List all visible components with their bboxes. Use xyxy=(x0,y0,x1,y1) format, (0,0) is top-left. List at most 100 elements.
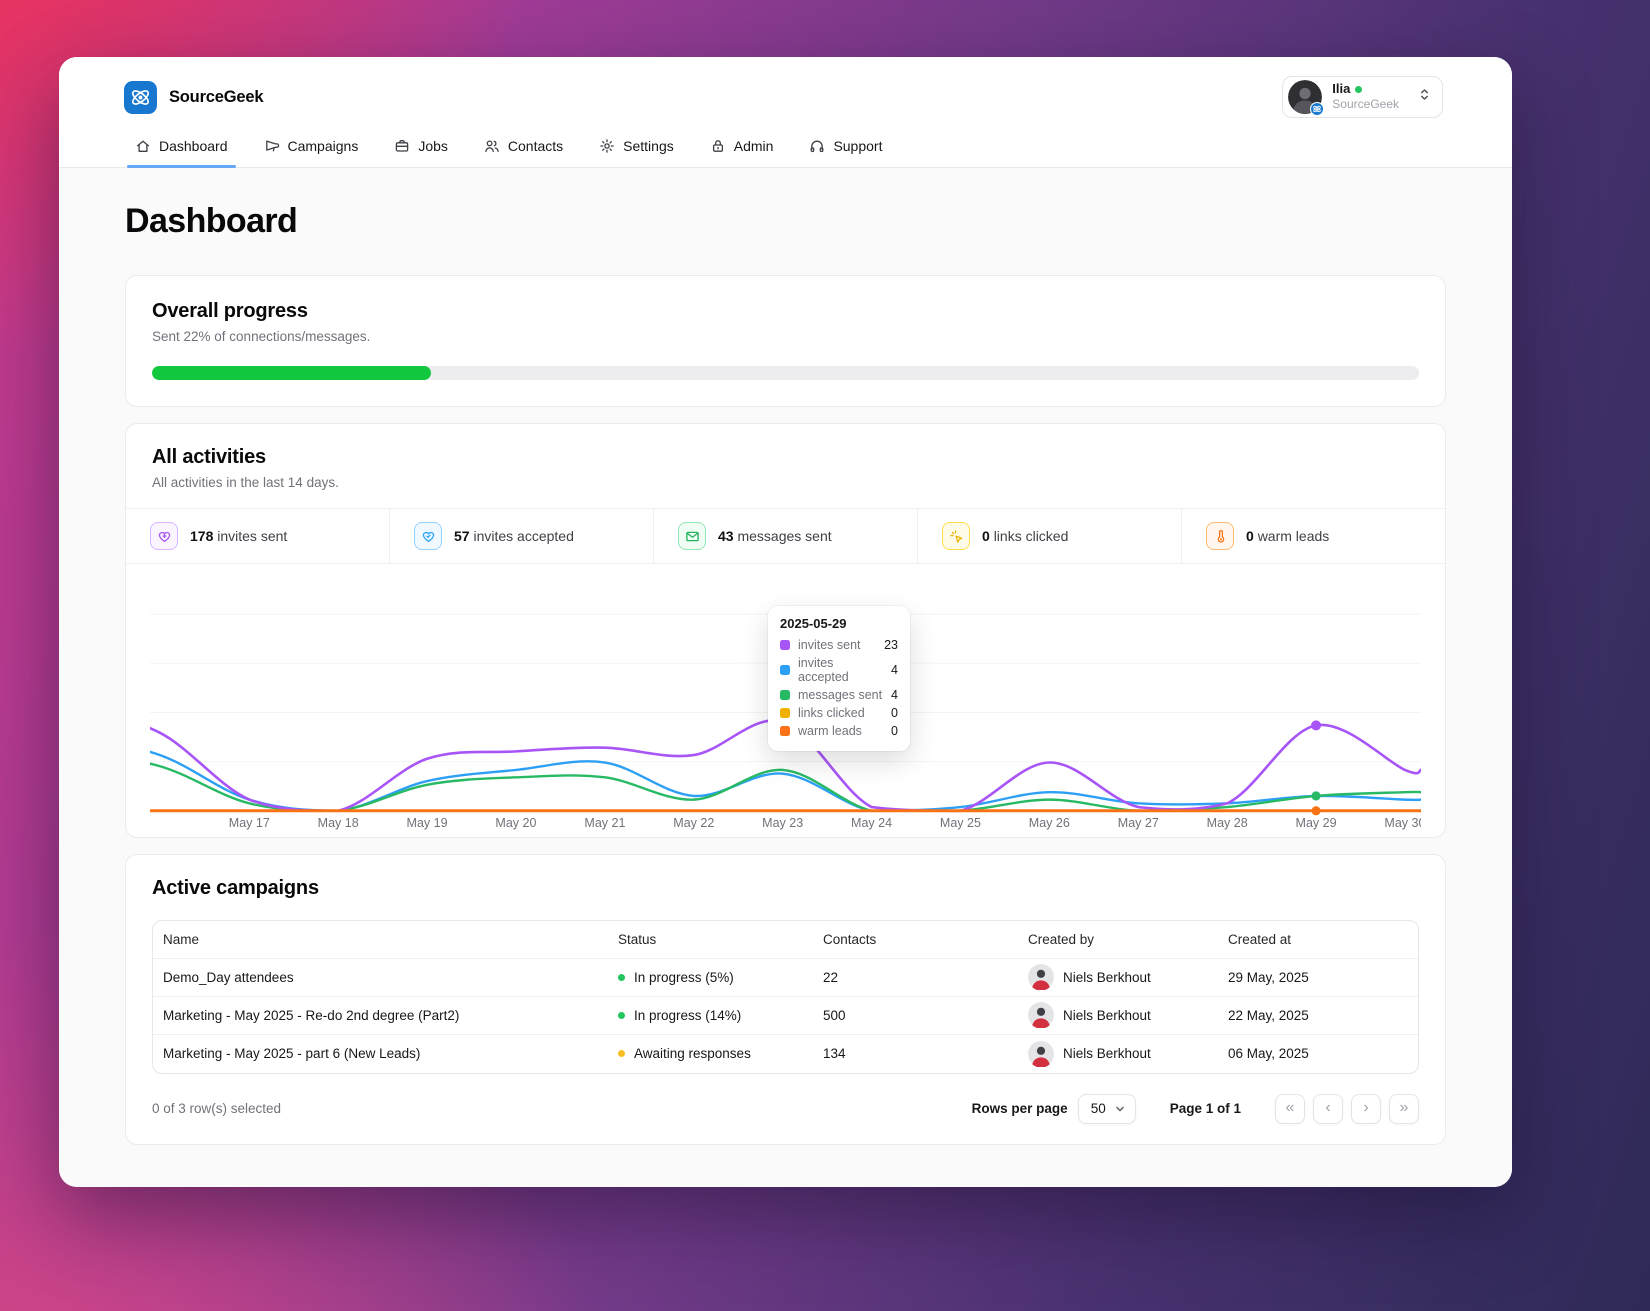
progress-bar xyxy=(152,366,1419,380)
active-campaigns-card: Active campaigns Name Status Contacts Creat… xyxy=(125,853,1446,1145)
status-text: In progress (14%) xyxy=(634,1007,742,1023)
rows-selected-text: 0 of 3 row(s) selected xyxy=(152,1101,282,1117)
tooltip-series-value: 0 xyxy=(891,724,898,738)
tooltip-series-label: invites accepted xyxy=(798,656,849,684)
campaign-link[interactable]: Marketing - May 2025 - Re-do 2nd degree … xyxy=(163,1008,459,1023)
tooltip-series-label: warm leads xyxy=(798,724,862,738)
stat-label: invites sent xyxy=(217,528,288,544)
brand: SourceGeek xyxy=(124,80,264,114)
user-org: SourceGeek xyxy=(1332,97,1399,112)
status-dot xyxy=(618,1011,625,1019)
tooltip-row: messages sent 4 xyxy=(780,688,898,702)
stat-messages-sent: 43 messages sent xyxy=(654,509,918,563)
stat-invites-accepted: 57 invites accepted xyxy=(390,509,654,563)
stat-invites-sent: 178 invites sent xyxy=(126,509,390,563)
svg-text:May 22: May 22 xyxy=(673,816,714,830)
lock-icon xyxy=(710,138,726,154)
tooltip-row: links clicked 0 xyxy=(780,706,898,720)
tooltip-series-label: invites sent xyxy=(798,638,861,652)
cursor-click-icon xyxy=(942,522,970,550)
next-page-button[interactable]: › xyxy=(1351,1093,1381,1124)
chart-tooltip: 2025-05-29 invites sent 23 invites accep… xyxy=(768,606,910,751)
briefcase-icon xyxy=(394,138,410,154)
nav-item-admin[interactable]: Admin xyxy=(708,129,776,167)
table-header-row: Name Status Contacts Created by Created at xyxy=(153,921,1418,959)
legend-swatch xyxy=(780,665,790,675)
legend-swatch xyxy=(780,708,790,718)
stat-value: 57 xyxy=(454,528,470,544)
tooltip-series-value: 0 xyxy=(891,706,898,720)
gear-icon xyxy=(599,138,615,154)
avatar xyxy=(1028,964,1054,991)
tooltip-series-value: 23 xyxy=(884,638,898,652)
table-footer: 0 of 3 row(s) selected Rows per page 50 … xyxy=(152,1093,1419,1124)
legend-swatch xyxy=(780,640,790,650)
tooltip-series-value: 4 xyxy=(891,688,898,702)
nav-item-contacts[interactable]: Contacts xyxy=(482,129,565,167)
status-dot xyxy=(618,1050,625,1058)
org-badge-icon xyxy=(1310,102,1325,116)
chevron-up-down-icon xyxy=(1417,87,1432,107)
created-by-name: Niels Berkhout xyxy=(1063,969,1151,985)
svg-text:May 26: May 26 xyxy=(1029,816,1070,830)
nav-item-dashboard[interactable]: Dashboard xyxy=(127,129,235,168)
nav-item-label: Campaigns xyxy=(287,138,359,154)
page-title: Dashboard xyxy=(125,202,298,240)
avatar xyxy=(1028,1002,1054,1029)
home-icon xyxy=(135,138,151,154)
nav-item-settings[interactable]: Settings xyxy=(597,129,676,167)
nav-item-jobs[interactable]: Jobs xyxy=(392,129,450,167)
stat-value: 178 xyxy=(190,528,214,544)
main-window: SourceGeek Ilia SourceGeek Dashboard Cam… xyxy=(59,57,1512,1187)
tooltip-row: invites sent 23 xyxy=(780,638,898,652)
first-page-button[interactable]: « xyxy=(1275,1093,1305,1124)
nav-item-label: Settings xyxy=(623,138,674,154)
next-page-icon: › xyxy=(1363,1098,1369,1116)
tooltip-date: 2025-05-29 xyxy=(780,616,847,631)
table-row: Marketing - May 2025 - Re-do 2nd degree … xyxy=(153,997,1418,1035)
contacts-count: 134 xyxy=(823,1046,846,1062)
svg-text:May 30: May 30 xyxy=(1384,816,1421,830)
column-header-contacts: Contacts xyxy=(823,931,877,947)
legend-swatch xyxy=(780,690,790,700)
user-menu[interactable]: Ilia SourceGeek xyxy=(1282,76,1443,118)
all-activities-card: All activities All activities in the las… xyxy=(125,423,1446,838)
tooltip-series-label: messages sent xyxy=(798,688,883,702)
nav-item-label: Jobs xyxy=(418,138,448,154)
last-page-button[interactable]: » xyxy=(1389,1093,1419,1124)
svg-text:May 28: May 28 xyxy=(1207,816,1248,830)
nav-item-campaigns[interactable]: Campaigns xyxy=(262,129,361,167)
svg-text:May 25: May 25 xyxy=(940,816,981,830)
headphones-icon xyxy=(809,138,825,154)
svg-text:May 29: May 29 xyxy=(1296,816,1337,830)
chevron-down-icon xyxy=(1115,1106,1124,1112)
stat-value: 0 xyxy=(982,528,990,544)
svg-text:May 24: May 24 xyxy=(851,816,892,830)
stat-links-clicked: 0 links clicked xyxy=(918,509,1182,563)
status-dot xyxy=(618,973,625,981)
created-at-date: 22 May, 2025 xyxy=(1228,1007,1309,1023)
svg-text:May 21: May 21 xyxy=(584,816,625,830)
svg-text:May 19: May 19 xyxy=(407,816,448,830)
nav-item-label: Support xyxy=(833,138,883,154)
nav-item-label: Contacts xyxy=(507,138,564,154)
svg-text:May 27: May 27 xyxy=(1118,816,1159,830)
brand-name: SourceGeek xyxy=(169,87,264,106)
rows-per-page-select[interactable]: 50 xyxy=(1077,1093,1136,1124)
campaign-link[interactable]: Marketing - May 2025 - part 6 (New Leads… xyxy=(163,1046,420,1061)
stat-value: 43 xyxy=(718,528,734,544)
page-status: Page 1 of 1 xyxy=(1169,1101,1241,1117)
last-page-icon: » xyxy=(1399,1098,1409,1116)
heart-check-icon xyxy=(414,522,442,550)
column-header-created-by: Created by xyxy=(1028,931,1095,947)
stat-label: invites accepted xyxy=(473,528,574,544)
tooltip-row: warm leads 0 xyxy=(780,724,898,738)
tooltip-row: invites accepted 4 xyxy=(780,656,898,684)
nav-item-support[interactable]: Support xyxy=(807,129,884,167)
contacts-count: 22 xyxy=(823,969,839,985)
created-by-name: Niels Berkhout xyxy=(1063,1046,1151,1062)
activities-subtitle: All activities in the last 14 days. xyxy=(152,475,339,490)
campaign-link[interactable]: Demo_Day attendees xyxy=(163,970,294,985)
stat-label: links clicked xyxy=(993,528,1069,544)
previous-page-button[interactable]: ‹ xyxy=(1313,1093,1343,1124)
